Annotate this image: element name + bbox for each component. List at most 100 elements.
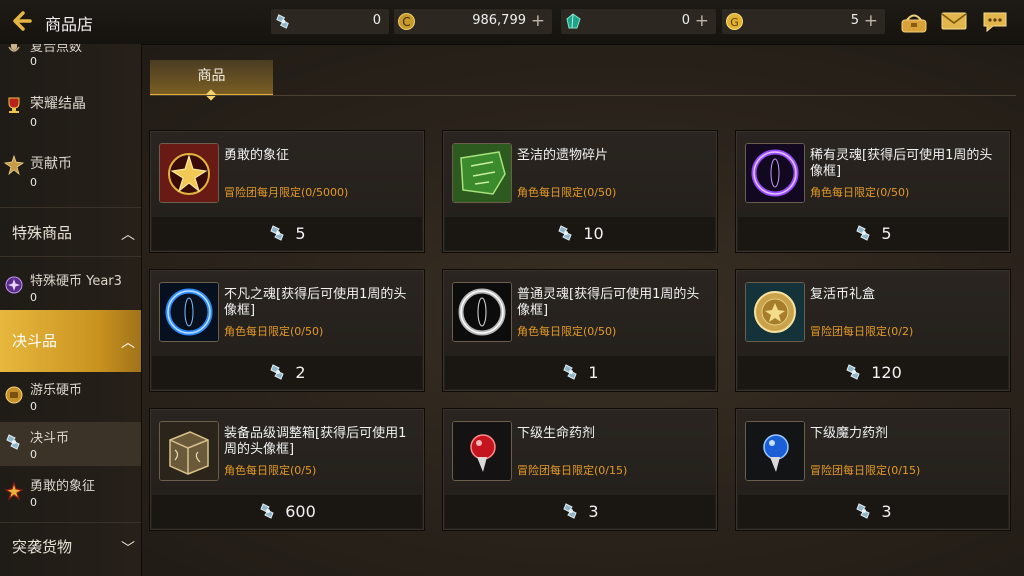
shop-item-card[interactable]: 圣洁的遗物碎片 角色每日限定(0/50) 10 — [442, 130, 718, 253]
duel-coin-icon — [854, 223, 874, 243]
item-limit: 角色每日限定(0/50) — [517, 186, 617, 199]
shop-item-card[interactable]: 复活币礼盒 冒险团每日限定(0/2) 120 — [735, 269, 1011, 392]
shop-item-card[interactable]: 下级生命药剂 冒险团每日限定(0/15) 3 — [442, 408, 718, 531]
category-duel-goods[interactable]: 决斗品 ︿ — [0, 310, 141, 372]
page-title: 商品店 — [45, 15, 94, 34]
item-limit: 角色每日限定(0/50) — [810, 186, 910, 199]
item-name: 不凡之魂[获得后可使用1周的头像框] — [224, 287, 407, 318]
chevron-down-icon: ﹀ — [121, 541, 135, 557]
item-thumbnail — [452, 282, 512, 342]
sidebar-item-special-coin[interactable]: 特殊硬币 Year3 0 — [0, 266, 141, 310]
currency-duel-coin: 0 — [271, 9, 389, 34]
add-currency-button[interactable]: + — [695, 11, 709, 31]
sidebar-item-label: 勇敢的象征 — [30, 479, 96, 494]
item-name: 复活币礼盒 — [810, 287, 876, 302]
shop-item-card[interactable]: 装备品级调整箱[获得后可使用1周的头像框] 角色每日限定(0/5) 600 — [149, 408, 425, 531]
item-name: 下级魔力药剂 — [810, 426, 889, 441]
item-name: 勇敢的象征 — [224, 148, 290, 163]
chevron-up-icon: ︿ — [121, 227, 135, 243]
price-bar[interactable]: 120 — [738, 356, 1008, 389]
duel-coin-icon — [4, 432, 24, 452]
divider — [0, 256, 141, 257]
category-label: 突袭货物 — [12, 538, 73, 556]
item-name: 稀有灵魂[获得后可使用1周的头像框] — [810, 148, 993, 179]
sidebar-item-label: 特殊硬币 Year3 — [30, 274, 122, 289]
item-price: 10 — [583, 224, 604, 243]
shop-item-card[interactable]: 稀有灵魂[获得后可使用1周的头像框] 角色每日限定(0/50) 5 — [735, 130, 1011, 253]
currency-value: 0 — [372, 13, 381, 28]
sidebar-item-label: 决斗币 — [30, 431, 70, 446]
sidebar: 复合点数 0 荣耀结晶 0 贡献币 0 特殊商品 ︿ 特殊硬币 Year3 0 … — [0, 44, 142, 576]
brave-symbol-icon — [160, 144, 218, 202]
sidebar-item-compound-points[interactable]: 复合点数 0 — [0, 44, 141, 72]
red-potion-icon — [453, 422, 511, 480]
category-raid-goods[interactable]: 突袭货物 ﹀ — [0, 526, 141, 566]
price-bar[interactable]: 600 — [152, 495, 422, 528]
currency-gold-c: C 986,799 + — [394, 9, 552, 34]
item-price: 1 — [588, 363, 599, 382]
item-thumbnail — [745, 143, 805, 203]
add-currency-button[interactable]: + — [864, 11, 878, 31]
sidebar-item-brave-symbol[interactable]: 勇敢的象征 0 — [0, 470, 141, 514]
duel-coin-icon — [561, 362, 581, 382]
tab-underline — [150, 95, 1016, 96]
category-special-goods[interactable]: 特殊商品 ︿ — [0, 212, 141, 252]
price-bar[interactable]: 10 — [445, 217, 715, 250]
price-bar[interactable]: 5 — [152, 217, 422, 250]
price-bar[interactable]: 3 — [738, 495, 1008, 528]
item-limit: 角色每日限定(0/5) — [224, 464, 317, 477]
green-gem-icon — [566, 13, 581, 29]
sidebar-item-label: 荣耀结晶 — [30, 96, 86, 112]
sidebar-item-label: 游乐硬币 — [30, 383, 83, 398]
back-arrow-icon[interactable] — [8, 8, 34, 34]
price-bar[interactable]: 2 — [152, 356, 422, 389]
sidebar-item-count: 0 — [30, 448, 37, 461]
item-price: 2 — [295, 363, 306, 382]
shop-item-card[interactable]: 下级魔力药剂 冒险团每日限定(0/15) 3 — [735, 408, 1011, 531]
duel-coin-icon — [561, 501, 581, 521]
sidebar-item-count: 0 — [30, 496, 37, 509]
tab-goods[interactable]: 商品 — [150, 60, 273, 101]
item-price: 5 — [295, 224, 306, 243]
item-limit: 冒险团每月限定(0/5000) — [224, 186, 349, 199]
duel-coin-icon — [268, 362, 288, 382]
sidebar-item-contribution-coin[interactable]: 贡献币 0 — [0, 150, 141, 194]
purple-coin-icon — [5, 276, 23, 294]
divider — [0, 207, 141, 208]
sidebar-item-label: 复合点数 — [30, 44, 83, 55]
svg-text:C: C — [402, 15, 410, 29]
item-thumbnail — [745, 421, 805, 481]
item-thumbnail — [159, 421, 219, 481]
item-thumbnail — [452, 421, 512, 481]
sidebar-item-count: 0 — [30, 116, 37, 129]
shop-item-card[interactable]: 不凡之魂[获得后可使用1周的头像框] 角色每日限定(0/50) 2 — [149, 269, 425, 392]
tab-label: 商品 — [197, 68, 226, 84]
sidebar-item-duel-coin[interactable]: 决斗币 0 — [0, 422, 141, 466]
blue-potion-icon — [746, 422, 804, 480]
equip-box-icon — [160, 422, 218, 480]
category-label: 决斗品 — [12, 332, 58, 350]
gold-g-coin-icon: G — [726, 13, 743, 30]
add-currency-button[interactable]: + — [531, 11, 545, 31]
duel-coin-icon — [268, 223, 288, 243]
sidebar-item-count: 0 — [30, 400, 37, 413]
top-bar: 商品店 0 C 986,799 + 0 + G 5 + — [0, 0, 1024, 45]
sidebar-item-glory-crystal[interactable]: 荣耀结晶 0 — [0, 90, 141, 134]
item-thumbnail — [745, 282, 805, 342]
item-thumbnail — [159, 282, 219, 342]
price-bar[interactable]: 5 — [738, 217, 1008, 250]
mail-icon[interactable] — [940, 10, 968, 32]
item-limit: 冒险团每日限定(0/2) — [810, 325, 914, 338]
currency-value: 5 — [850, 13, 859, 28]
price-bar[interactable]: 3 — [445, 495, 715, 528]
currency-green-gem: 0 + — [561, 9, 716, 34]
price-bar[interactable]: 1 — [445, 356, 715, 389]
item-thumbnail — [159, 143, 219, 203]
duel-coin-icon — [274, 12, 293, 31]
shop-item-card[interactable]: 普通灵魂[获得后可使用1周的头像框] 角色每日限定(0/50) 1 — [442, 269, 718, 392]
sidebar-item-play-coin[interactable]: 游乐硬币 0 — [0, 374, 141, 418]
trophy-icon — [8, 97, 20, 113]
shop-cart-icon[interactable] — [899, 10, 929, 34]
chat-icon[interactable] — [981, 10, 1009, 34]
shop-item-card[interactable]: 勇敢的象征 冒险团每月限定(0/5000) 5 — [149, 130, 425, 253]
